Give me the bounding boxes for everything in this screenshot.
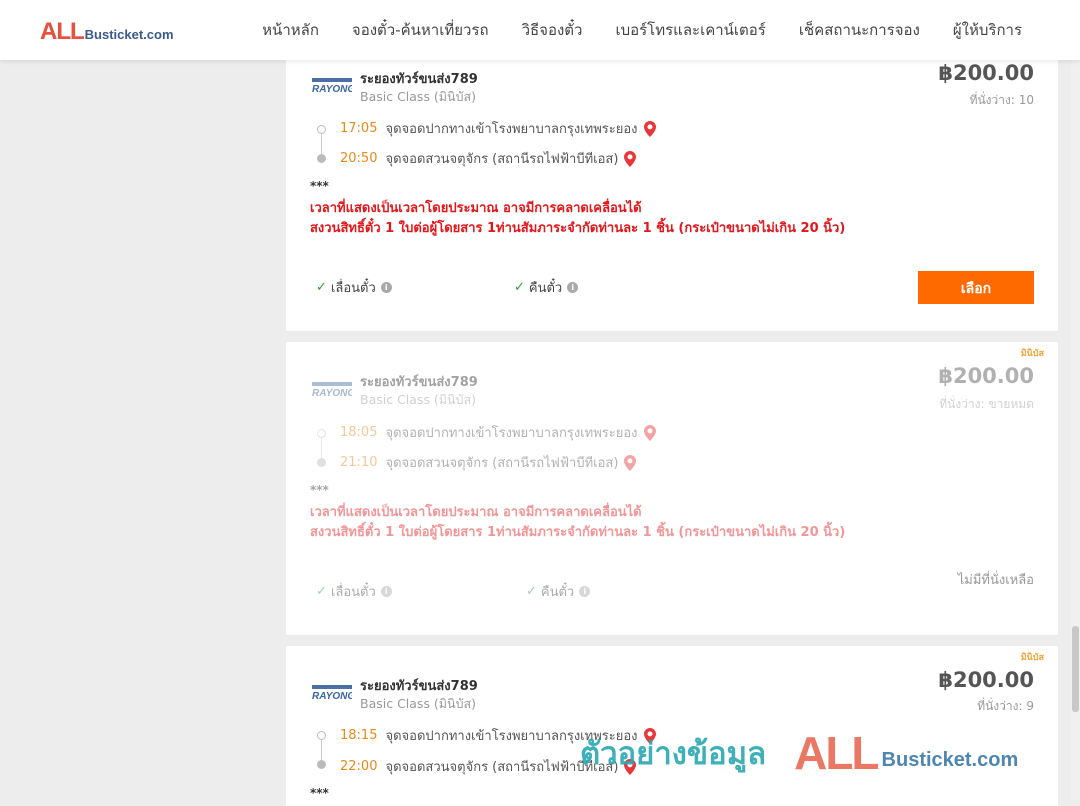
arrive-stop: 22:00 จุดจอดสวนจตุจักร (สถานีรถไฟฟ้าบีที… <box>340 756 637 777</box>
route-line <box>321 740 322 761</box>
operator-name: ระยองทัวร์ขนส่ง789 <box>360 679 478 694</box>
arrive-dot <box>317 154 326 163</box>
ticket-price: ฿200.00 <box>938 364 1034 388</box>
feature-label: คืนตั๋ว <box>540 585 575 600</box>
arrive-dot <box>317 760 326 769</box>
site-logo[interactable]: ALL Busticket.com <box>40 18 174 46</box>
svg-text:RAYONG: RAYONG <box>312 691 352 701</box>
map-pin-icon[interactable] <box>624 454 637 471</box>
depart-stop: 17:05 จุดจอดปากทางเข้าโรงพยาบาลกรุงเทพระ… <box>340 118 656 139</box>
depart-dot <box>317 731 326 740</box>
note-stars: *** <box>310 483 329 497</box>
arrive-stop: 20:50 จุดจอดสวนจตุจักร (สถานีรถไฟฟ้าบีที… <box>340 148 637 169</box>
feature-reschedule: ✓ เลื่อนตั๋ว i <box>316 277 392 298</box>
bus-type-badge: มินิบัส <box>1020 349 1044 359</box>
bus-class: Basic Class (มินิบัส) <box>360 89 477 104</box>
depart-dot <box>317 125 326 134</box>
operator-logo: RAYONG <box>312 382 352 398</box>
notice-time: เวลาที่แสดงเป็นเวลาโดยประมาณ อาจมีการคลา… <box>310 505 642 520</box>
feature-label: เลื่อนตั๋ว <box>330 585 376 600</box>
operator-logo: RAYONG <box>312 78 352 94</box>
map-pin-icon[interactable] <box>643 727 656 744</box>
check-icon: ✓ <box>316 280 327 295</box>
map-pin-icon[interactable] <box>624 150 637 167</box>
arrive-place: จุดจอดสวนจตุจักร (สถานีรถไฟฟ้าบีทีเอส) <box>385 152 619 167</box>
info-icon[interactable]: i <box>380 282 392 293</box>
depart-stop: 18:05 จุดจอดปากทางเข้าโรงพยาบาลกรุงเทพระ… <box>340 422 656 443</box>
ticket-price: ฿200.00 <box>938 61 1034 85</box>
nav-operators[interactable]: ผู้ให้บริการ <box>953 18 1022 42</box>
depart-dot <box>317 429 326 438</box>
info-icon[interactable]: i <box>567 282 579 293</box>
note-stars: *** <box>310 786 329 800</box>
check-icon: ✓ <box>526 584 537 599</box>
feature-label: เลื่อนตั๋ว <box>330 281 376 296</box>
arrive-time: 22:00 <box>340 759 378 774</box>
scrollbar-thumb[interactable] <box>1072 626 1079 712</box>
feature-refund: ✓ คืนตั๋ว i <box>514 277 579 298</box>
bus-class: Basic Class (มินิบัส) <box>360 696 477 711</box>
nav-book-search[interactable]: จองตั๋ว-ค้นหาเที่ยวรถ <box>352 18 489 42</box>
trip-card: มินิบัส RAYONG ระยองทัวร์ขนส่ง789 Basic … <box>286 646 1058 806</box>
seats-available: ที่นั่งว่าง: 9 <box>977 699 1034 713</box>
map-pin-icon[interactable] <box>643 424 656 441</box>
site-header: ALL Busticket.com หน้าหลัก จองตั๋ว-ค้นหา… <box>0 0 1080 60</box>
feature-refund: ✓ คืนตั๋ว i <box>526 581 591 602</box>
seats-available: ที่นั่งว่าง: ขายหมด <box>939 397 1034 411</box>
trip-card: RAYONG ระยองทัวร์ขนส่ง789 Basic Class (ม… <box>286 58 1058 331</box>
depart-time: 17:05 <box>340 121 378 136</box>
select-trip-button[interactable]: เลือก <box>918 271 1034 304</box>
ticket-price: ฿200.00 <box>938 668 1034 692</box>
logo-rest: Busticket.com <box>84 27 174 42</box>
arrive-place: จุดจอดสวนจตุจักร (สถานีรถไฟฟ้าบีทีเอส) <box>385 456 619 471</box>
check-icon: ✓ <box>514 280 525 295</box>
bus-class: Basic Class (มินิบัส) <box>360 392 477 407</box>
arrive-place: จุดจอดสวนจตุจักร (สถานีรถไฟฟ้าบีทีเอส) <box>385 760 619 775</box>
seats-available: ที่นั่งว่าง: 10 <box>969 93 1034 107</box>
nav-home[interactable]: หน้าหลัก <box>262 18 319 42</box>
map-pin-icon[interactable] <box>624 758 637 775</box>
notice-luggage: สงวนสิทธิ์ตั๋ว 1 ใบต่อผู้โดยสาร 1ท่านสัม… <box>310 525 846 540</box>
notice-luggage: สงวนสิทธิ์ตั๋ว 1 ใบต่อผู้โดยสาร 1ท่านสัม… <box>310 221 846 236</box>
arrive-dot <box>317 458 326 467</box>
route-line <box>321 134 322 155</box>
note-stars: *** <box>310 179 329 193</box>
depart-stop: 18:15 จุดจอดปากทางเข้าโรงพยาบาลกรุงเทพระ… <box>340 725 656 746</box>
operator-name: ระยองทัวร์ขนส่ง789 <box>360 72 478 87</box>
svg-text:RAYONG: RAYONG <box>312 84 352 94</box>
trip-card: มินิบัส RAYONG ระยองทัวร์ขนส่ง789 Basic … <box>286 342 1058 635</box>
nav-how-to-book[interactable]: วิธีจองตั๋ว <box>522 18 583 42</box>
depart-place: จุดจอดปากทางเข้าโรงพยาบาลกรุงเทพระยอง <box>385 729 638 744</box>
depart-time: 18:05 <box>340 425 378 440</box>
nav-check-status[interactable]: เช็คสถานะการจอง <box>799 18 920 42</box>
check-icon: ✓ <box>316 584 327 599</box>
nav-contact-counter[interactable]: เบอร์โทรและเคาน์เตอร์ <box>615 18 765 42</box>
main-nav: หน้าหลัก จองตั๋ว-ค้นหาเที่ยวรถ วิธีจองตั… <box>229 0 1022 60</box>
depart-place: จุดจอดปากทางเข้าโรงพยาบาลกรุงเทพระยอง <box>385 426 638 441</box>
operator-logo: RAYONG <box>312 685 352 701</box>
map-pin-icon[interactable] <box>643 120 656 137</box>
notice-time: เวลาที่แสดงเป็นเวลาโดยประมาณ อาจมีการคลา… <box>310 201 642 216</box>
arrive-time: 20:50 <box>340 151 378 166</box>
arrive-time: 21:10 <box>340 455 378 470</box>
depart-time: 18:15 <box>340 728 378 743</box>
info-icon[interactable]: i <box>579 586 591 597</box>
bus-type-badge: มินิบัส <box>1020 653 1044 663</box>
info-icon[interactable]: i <box>380 586 392 597</box>
route-line <box>321 438 322 459</box>
svg-text:RAYONG: RAYONG <box>312 388 352 398</box>
logo-main: ALL <box>40 18 85 45</box>
sold-out-text: ไม่มีที่นั่งเหลือ <box>957 573 1034 588</box>
arrive-stop: 21:10 จุดจอดสวนจตุจักร (สถานีรถไฟฟ้าบีที… <box>340 452 637 473</box>
operator-name: ระยองทัวร์ขนส่ง789 <box>360 375 478 390</box>
depart-place: จุดจอดปากทางเข้าโรงพยาบาลกรุงเทพระยอง <box>385 122 638 137</box>
feature-label: คืนตั๋ว <box>528 281 563 296</box>
feature-reschedule: ✓ เลื่อนตั๋ว i <box>316 581 392 602</box>
